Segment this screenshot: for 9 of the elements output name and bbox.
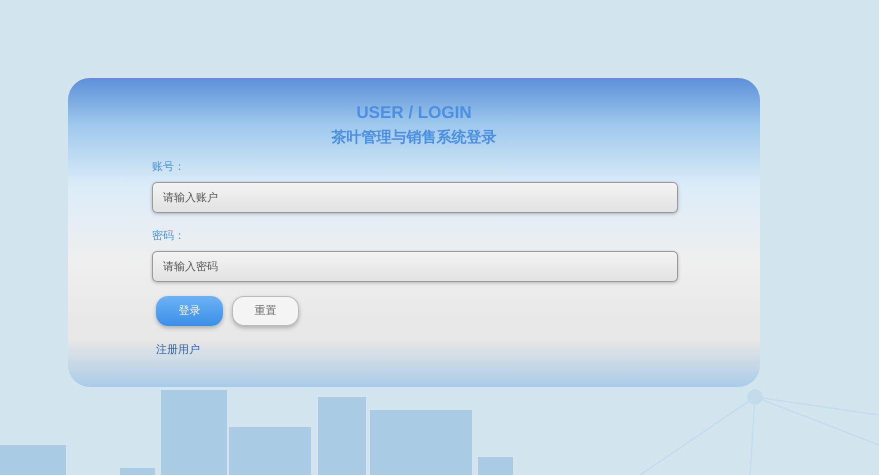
register-link[interactable]: 注册用户 [152,342,200,358]
login-title: USER / LOGIN [356,102,472,124]
input-field[interactable]: 请输入密码 [152,251,678,282]
reset-button[interactable]: 重置 [232,296,299,326]
system-title: 茶叶管理与销售系统登录 [332,128,496,148]
login-button[interactable]: 登录 [156,296,223,326]
input-field[interactable]: 请输入账户 [152,182,678,213]
field-label: 账号： [152,160,185,174]
field-label: 密码： [152,229,185,243]
